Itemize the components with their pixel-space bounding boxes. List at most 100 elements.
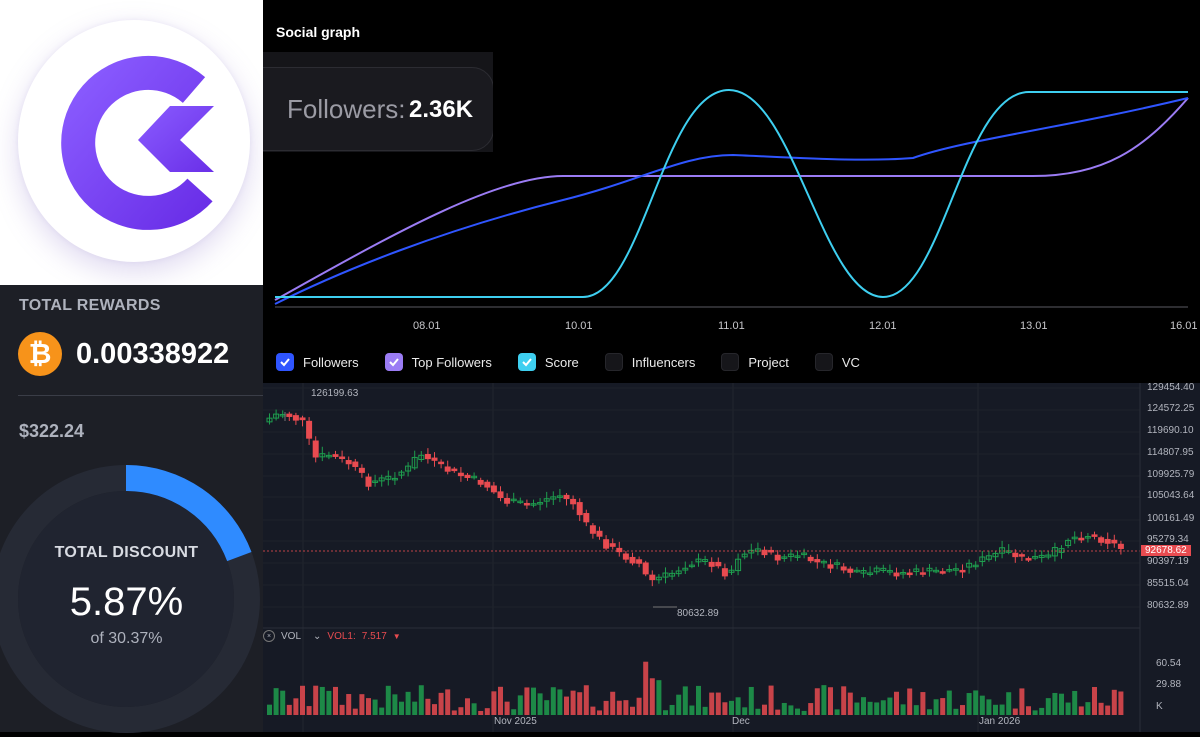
volume-bar: [385, 685, 391, 715]
legend-item-influencers[interactable]: Influencers: [604, 353, 695, 371]
volume-bar: [280, 690, 286, 715]
volume-bar: [722, 702, 728, 715]
volume-bar: [366, 698, 371, 715]
volume-bar: [742, 707, 748, 715]
volume-bar: [702, 706, 708, 715]
y-tick-label: 95279.34: [1147, 534, 1189, 545]
candle-body: [1091, 534, 1098, 537]
logo-badge: [18, 20, 250, 262]
candle-body: [715, 561, 722, 567]
checkbox-unchecked-icon[interactable]: [604, 353, 623, 371]
low-price-label: 80632.89: [677, 608, 719, 619]
volume-bar: [999, 704, 1005, 715]
btc-amount: 0.00338922: [76, 338, 230, 370]
volume-bar: [1111, 689, 1117, 715]
volume-bar: [913, 705, 919, 715]
volume-bar: [306, 706, 312, 715]
volume-bar: [1032, 710, 1038, 715]
candle-body: [523, 502, 530, 506]
candle-body: [1078, 537, 1085, 541]
caret-down-icon[interactable]: ▼: [393, 632, 401, 641]
volume-bar: [1026, 706, 1031, 715]
volume-bar: [405, 691, 411, 715]
volume-bar: [1045, 698, 1051, 715]
candle-body: [807, 556, 814, 562]
candle-body: [299, 417, 306, 421]
volume-bar: [267, 704, 272, 715]
candle-body: [424, 453, 431, 460]
volume-bar: [788, 705, 794, 715]
volume-bar: [709, 692, 715, 715]
volume-bar: [1065, 702, 1071, 715]
candle-body: [477, 479, 484, 485]
volume-bar: [755, 708, 761, 715]
volume-bar: [531, 687, 536, 715]
x-tick-label: 13.01: [1020, 320, 1048, 332]
close-icon[interactable]: ×: [263, 630, 275, 642]
volume-bar: [458, 707, 464, 715]
y-tick-label: 80632.89: [1147, 600, 1189, 611]
volume-bar: [828, 687, 833, 715]
legend-label: Project: [748, 354, 789, 370]
y-tick-label: 85515.04: [1147, 578, 1189, 589]
candle-body: [589, 525, 596, 534]
divider: [18, 395, 263, 396]
candle-body: [814, 559, 821, 563]
checkbox-unchecked-icon[interactable]: [721, 353, 740, 371]
volume-bar: [504, 701, 510, 715]
checkbox-checked-icon[interactable]: [276, 353, 294, 371]
volume-bars: [267, 661, 1124, 715]
volume-bar: [1059, 693, 1064, 715]
volume-bar: [577, 692, 583, 715]
volume-bar: [471, 703, 477, 715]
legend-item-top-followers[interactable]: Top Followers: [384, 353, 492, 371]
x-tick-label: 16.01: [1170, 320, 1198, 332]
candle-body: [1111, 539, 1118, 544]
checkbox-checked-icon[interactable]: [384, 353, 403, 371]
volume-bar: [610, 691, 616, 715]
volume-bar: [451, 710, 457, 715]
volume-bar: [768, 685, 774, 715]
candle-body: [1117, 543, 1124, 549]
volume-bar: [900, 704, 906, 715]
volume-bar: [418, 685, 424, 715]
volume-bar: [359, 694, 365, 715]
legend-label: VC: [841, 354, 860, 370]
x-tick-label: Dec: [732, 716, 750, 727]
checkbox-unchecked-icon[interactable]: [814, 353, 833, 371]
volume-bar: [781, 702, 787, 715]
volume-bar: [927, 709, 932, 715]
volume-bar: [1006, 692, 1012, 715]
volume-bar: [524, 687, 530, 715]
current-price-tag: 92678.62: [1141, 545, 1191, 556]
candle-body: [484, 481, 491, 488]
brand-logo-icon: [61, 55, 214, 230]
candle-body: [365, 476, 372, 487]
volume-bar: [1105, 705, 1111, 715]
volume-bar: [570, 690, 576, 715]
chevron-down-icon[interactable]: ⌄: [313, 631, 321, 642]
candle-body: [840, 566, 847, 571]
checkbox-checked-icon[interactable]: [517, 353, 536, 371]
y-tick-label: 114807.95: [1147, 447, 1194, 458]
vol-axis-label: 60.54: [1156, 658, 1182, 669]
y-tick-label: 90397.19: [1147, 556, 1189, 567]
total-discount-label: TOTAL DISCOUNT: [54, 544, 199, 561]
legend: Followers Top Followers Score Influencer…: [276, 353, 860, 371]
legend-item-score[interactable]: Score: [517, 353, 579, 371]
volume-bar: [511, 709, 517, 715]
volume-bar: [801, 710, 807, 715]
vol-label: VOL: [281, 630, 302, 642]
volume-bar: [960, 705, 965, 715]
volume-bar: [847, 692, 853, 715]
legend-item-vc[interactable]: VC: [814, 353, 860, 371]
volume-bar: [696, 685, 701, 715]
candle-body: [708, 561, 715, 567]
candlestick-chart: [263, 383, 1141, 732]
volume-bar: [484, 708, 490, 715]
legend-item-followers[interactable]: Followers: [276, 353, 359, 371]
y-tick-label: 119690.10: [1147, 425, 1194, 436]
legend-item-project[interactable]: Project: [721, 353, 789, 371]
candle-body: [504, 497, 511, 504]
candle-body: [642, 562, 649, 575]
